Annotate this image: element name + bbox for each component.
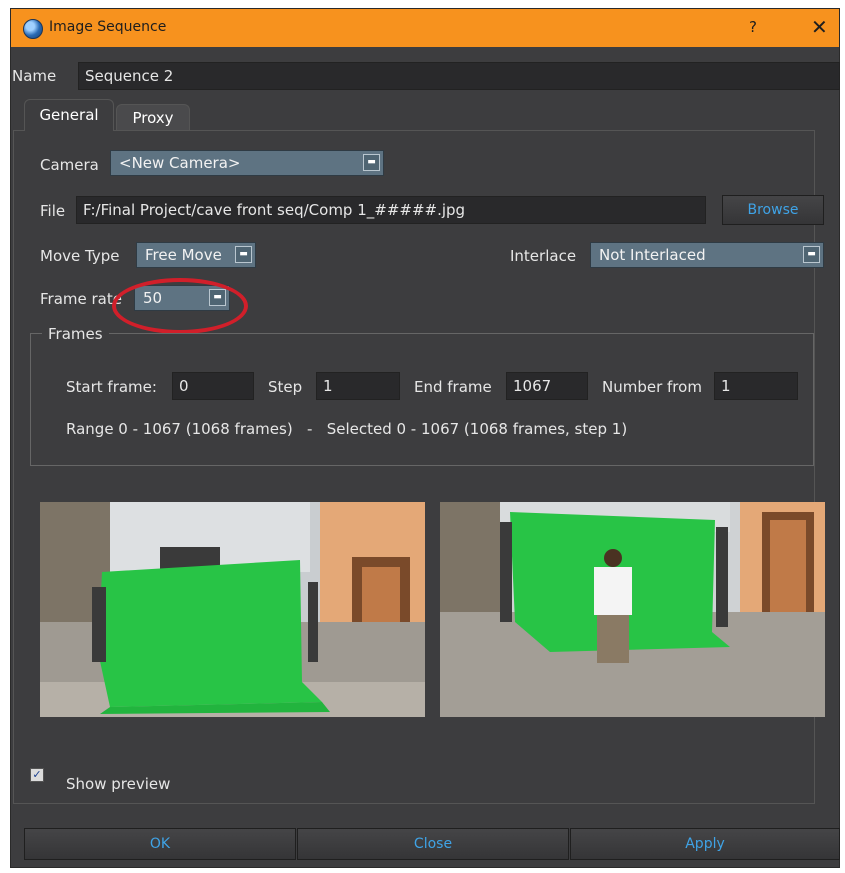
apply-button[interactable]: Apply — [570, 828, 840, 860]
last-frame-preview — [440, 502, 825, 717]
window-title: Image Sequence — [49, 19, 167, 35]
number-from-label: Number from — [602, 378, 702, 396]
camera-label: Camera — [40, 156, 99, 174]
file-label: File — [40, 202, 66, 220]
end-frame-field[interactable]: 1067 — [506, 372, 588, 400]
dropdown-arrow-icon: ▬ — [803, 246, 820, 263]
file-path-field[interactable]: F:/Final Project/cave front seq/Comp 1_#… — [76, 196, 706, 224]
browse-button[interactable]: Browse — [722, 195, 824, 225]
tab-proxy[interactable]: Proxy — [116, 104, 190, 131]
name-label: Name — [12, 67, 57, 85]
move-type-label: Move Type — [40, 247, 120, 265]
tab-general[interactable]: General — [24, 99, 114, 131]
camera-select-value: <New Camera> — [119, 154, 241, 172]
ok-button[interactable]: OK — [24, 828, 296, 860]
dropdown-arrow-icon: ▬ — [235, 246, 252, 263]
dropdown-arrow-icon: ▬ — [209, 289, 226, 306]
range-summary: Range 0 - 1067 (1068 frames) - Selected … — [66, 420, 628, 438]
title-bar[interactable]: Image Sequence ? ✕ — [11, 9, 839, 47]
name-field[interactable]: Sequence 2 — [78, 62, 840, 90]
interlace-label: Interlace — [510, 247, 577, 265]
close-button[interactable]: Close — [297, 828, 569, 860]
frames-group-title: Frames — [42, 325, 109, 343]
step-label: Step — [268, 378, 303, 396]
frame-rate-label: Frame rate — [40, 290, 122, 308]
end-frame-label: End frame — [414, 378, 492, 396]
camera-select[interactable]: <New Camera> ▬ — [110, 150, 384, 176]
show-preview-label: Show preview — [66, 775, 171, 793]
first-frame-preview — [40, 502, 425, 717]
number-from-field[interactable]: 1 — [714, 372, 798, 400]
step-field[interactable]: 1 — [316, 372, 400, 400]
show-preview-checkbox[interactable]: ✓ — [30, 768, 44, 782]
move-type-select-value: Free Move — [145, 246, 222, 264]
frame-rate-select-value: 50 — [143, 289, 163, 307]
last-frame-image — [440, 502, 825, 717]
move-type-select[interactable]: Free Move ▬ — [136, 242, 256, 268]
frames-group — [30, 333, 814, 466]
dropdown-arrow-icon: ▬ — [363, 154, 380, 171]
help-button[interactable]: ? — [749, 18, 757, 36]
interlace-select-value: Not Interlaced — [599, 246, 706, 264]
close-window-button[interactable]: ✕ — [811, 15, 828, 39]
frame-rate-select[interactable]: 50 ▬ — [134, 285, 230, 311]
start-frame-field[interactable]: 0 — [172, 372, 254, 400]
interlace-select[interactable]: Not Interlaced ▬ — [590, 242, 824, 268]
start-frame-label: Start frame: — [66, 378, 157, 396]
first-frame-image — [40, 502, 425, 717]
app-globe-icon — [23, 19, 43, 39]
